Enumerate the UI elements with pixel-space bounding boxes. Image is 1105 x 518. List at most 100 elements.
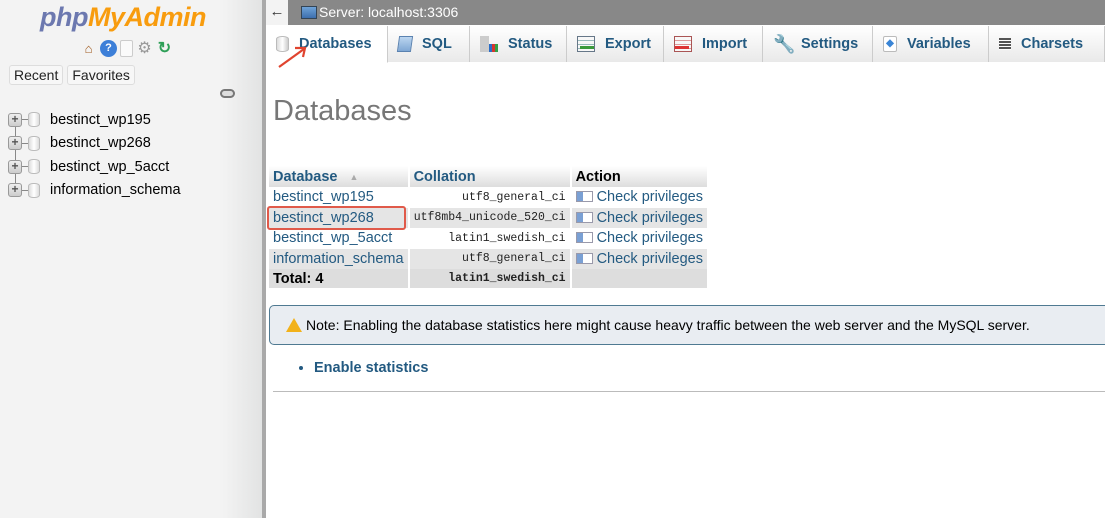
- column-header-collation[interactable]: Collation: [408, 166, 572, 187]
- database-icon: [276, 36, 289, 52]
- action-label: Check privileges: [596, 250, 703, 267]
- column-header-action: Action: [570, 166, 709, 187]
- database-name-link[interactable]: bestinct_wp268: [269, 207, 410, 228]
- table-total-row: Total: 4 latin1_swedish_ci: [269, 269, 709, 288]
- expand-icon[interactable]: +: [8, 183, 22, 198]
- database-icon: [28, 135, 40, 151]
- check-privileges-link[interactable]: Check privileges: [570, 248, 709, 269]
- server-breadcrumb[interactable]: Server: localhost:3306: [319, 4, 458, 20]
- list-item: Enable statistics: [314, 360, 428, 376]
- privileges-icon: [575, 211, 593, 223]
- total-collation: latin1_swedish_ci: [408, 269, 572, 288]
- tree-item-label[interactable]: bestinct_wp195: [50, 112, 151, 128]
- tab-variables[interactable]: ◆ Variables: [873, 26, 989, 62]
- table-row: information_schema utf8_general_ci Check…: [269, 248, 709, 269]
- database-icon: [28, 182, 40, 198]
- favorites-button[interactable]: Favorites: [67, 65, 135, 85]
- tree-item-db[interactable]: + information_schema: [8, 179, 181, 203]
- column-header-database[interactable]: Database ▲: [269, 166, 410, 187]
- export-icon: [577, 36, 595, 52]
- tab-label: Databases: [299, 36, 372, 52]
- tab-label: Status: [508, 36, 553, 52]
- settings-icon[interactable]: ⚙: [136, 40, 153, 57]
- tab-status[interactable]: Status: [470, 26, 567, 62]
- column-header-label: Database: [273, 168, 338, 185]
- reload-icon[interactable]: ↻: [156, 40, 173, 57]
- check-privileges-link[interactable]: Check privileges: [570, 228, 709, 249]
- variables-icon: ◆: [883, 36, 897, 52]
- check-privileges-link[interactable]: Check privileges: [570, 187, 709, 208]
- table-row: bestinct_wp195 utf8_general_ci Check pri…: [269, 187, 709, 208]
- tree-item-label[interactable]: information_schema: [50, 182, 181, 198]
- tab-label: Charsets: [1021, 36, 1084, 52]
- table-row: bestinct_wp268 utf8mb4_unicode_520_ci Ch…: [269, 207, 709, 228]
- check-privileges-link[interactable]: Check privileges: [570, 207, 709, 228]
- tab-label: Settings: [801, 36, 859, 52]
- import-icon: [674, 36, 692, 52]
- database-icon: [28, 112, 40, 128]
- databases-table: Database ▲ Collation Action bestinct_wp19…: [269, 166, 709, 288]
- divider: [273, 391, 1105, 392]
- statistics-actions: Enable statistics: [298, 360, 428, 376]
- column-header-label: Action: [575, 168, 621, 185]
- database-name-link[interactable]: information_schema: [269, 248, 410, 269]
- privileges-icon: [575, 191, 593, 203]
- action-label: Check privileges: [596, 209, 703, 226]
- logo-text-php: php: [40, 2, 88, 32]
- database-icon: [28, 159, 40, 175]
- column-header-label: Collation: [413, 168, 476, 185]
- expand-icon[interactable]: +: [8, 136, 22, 151]
- recent-favorites-tabs: Recent Favorites: [9, 65, 135, 85]
- recent-button[interactable]: Recent: [9, 65, 64, 85]
- tree-item-label[interactable]: bestinct_wp268: [50, 135, 151, 151]
- tab-label: Import: [702, 36, 748, 52]
- home-icon[interactable]: ⌂: [80, 40, 97, 57]
- database-name-link[interactable]: bestinct_wp195: [269, 187, 410, 208]
- collation-value: utf8mb4_unicode_520_ci: [408, 207, 572, 228]
- database-tree: + bestinct_wp195 + bestinct_wp268 + best…: [8, 108, 181, 202]
- tab-charsets[interactable]: Charsets: [989, 26, 1105, 62]
- collation-value: utf8_general_ci: [408, 248, 572, 269]
- tab-label: Variables: [907, 36, 971, 52]
- warning-icon: [286, 318, 302, 332]
- server-breadcrumb-bar: ← Server: localhost:3306: [266, 0, 1105, 25]
- expand-icon[interactable]: +: [8, 159, 22, 174]
- tab-sql[interactable]: SQL: [388, 26, 470, 62]
- privileges-icon: [575, 232, 593, 244]
- action-label: Check privileges: [596, 230, 703, 247]
- sidebar-resize-handle[interactable]: [262, 0, 266, 518]
- tab-label: SQL: [422, 36, 452, 52]
- logo-text-myadmin: MyAdmin: [87, 2, 207, 32]
- wrench-icon: 🔧: [773, 34, 796, 54]
- navigation-sidebar: phpMyAdmin ⌂ ? ⚙ ↻ Recent Favorites + be…: [0, 0, 262, 518]
- tab-settings[interactable]: 🔧 Settings: [763, 26, 873, 62]
- notice-text: Note: Enabling the database statistics h…: [306, 317, 1030, 333]
- notice-message: Note: Enabling the database statistics h…: [269, 305, 1105, 345]
- database-name-link[interactable]: bestinct_wp_5acct: [269, 228, 410, 249]
- tree-item-db[interactable]: + bestinct_wp_5acct: [8, 155, 181, 179]
- phpmyadmin-logo[interactable]: phpMyAdmin: [40, 2, 206, 33]
- main-tab-bar: Databases SQL Status Export Import 🔧 Set…: [266, 25, 1105, 63]
- collation-value: utf8_general_ci: [408, 187, 572, 208]
- collation-value: latin1_swedish_ci: [408, 228, 572, 249]
- enable-statistics-link[interactable]: Enable statistics: [314, 360, 428, 376]
- total-action-empty: [570, 269, 709, 288]
- tree-item-label[interactable]: bestinct_wp_5acct: [50, 159, 169, 175]
- charsets-icon: [999, 38, 1011, 50]
- tab-import[interactable]: Import: [664, 26, 763, 62]
- expand-icon[interactable]: +: [8, 112, 22, 127]
- tab-databases[interactable]: Databases: [266, 26, 388, 63]
- page-title: Databases: [273, 95, 412, 127]
- link-icon[interactable]: [220, 89, 235, 98]
- help-icon[interactable]: ?: [100, 40, 117, 57]
- total-count: Total: 4: [269, 269, 410, 288]
- server-icon: [301, 6, 317, 19]
- sort-ascending-icon: ▲: [349, 171, 359, 182]
- table-row: bestinct_wp_5acct latin1_swedish_ci Chec…: [269, 228, 709, 249]
- tree-item-db[interactable]: + bestinct_wp268: [8, 132, 181, 156]
- collapse-sidebar-button[interactable]: ←: [266, 0, 288, 25]
- documentation-icon[interactable]: [120, 40, 133, 57]
- tab-export[interactable]: Export: [567, 26, 664, 62]
- tree-item-db[interactable]: + bestinct_wp195: [8, 108, 181, 132]
- status-icon: [480, 36, 498, 52]
